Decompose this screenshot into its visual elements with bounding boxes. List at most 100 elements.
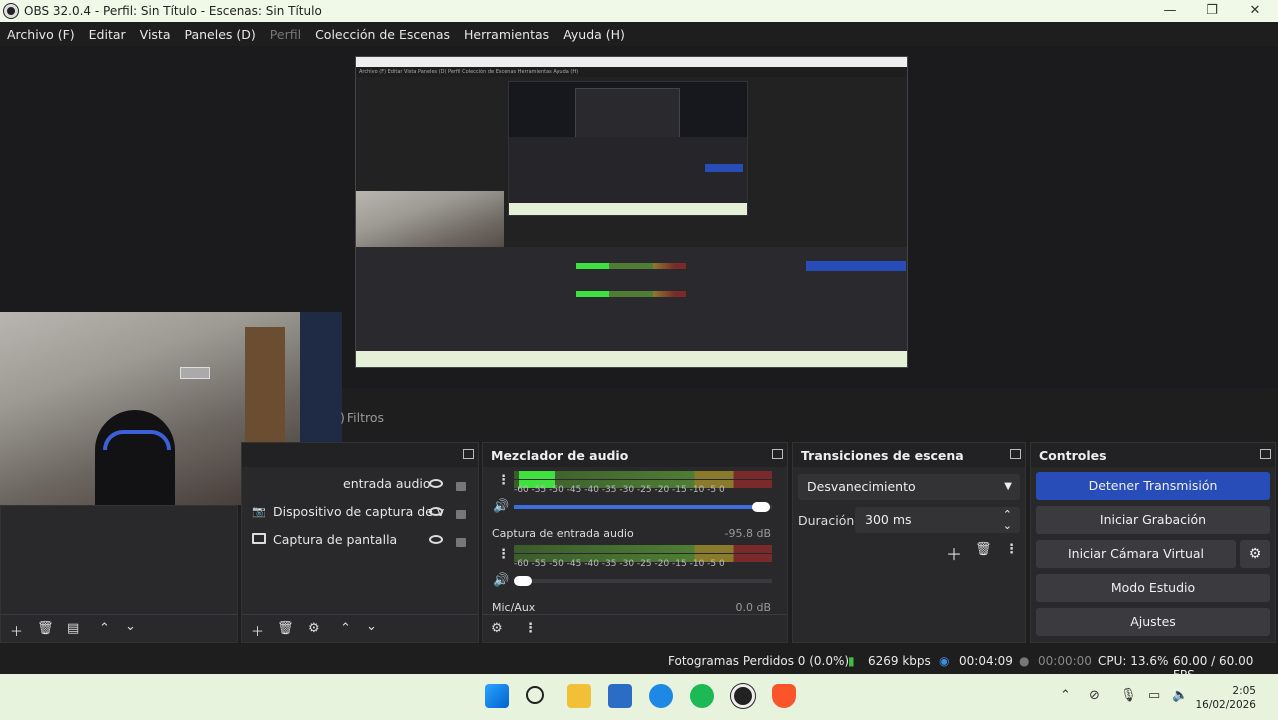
settings-button[interactable]: Ajustes xyxy=(1036,608,1270,636)
menu-view[interactable]: Vista xyxy=(133,27,178,42)
file-explorer-icon[interactable] xyxy=(567,684,591,708)
speaker-icon[interactable]: 🔊 xyxy=(493,499,509,514)
channel-level-db: 0.0 dB xyxy=(735,601,771,614)
source-label: Dispositivo de captura de v xyxy=(273,503,445,519)
add-scene-icon[interactable]: ＋ xyxy=(10,621,23,640)
popout-icon[interactable] xyxy=(1010,449,1021,459)
scene-filters-icon[interactable]: ▤ xyxy=(67,621,79,636)
virtual-camera-settings-gear-icon[interactable]: ⚙ xyxy=(1240,540,1270,568)
minimize-button[interactable]: — xyxy=(1150,0,1190,22)
popout-icon[interactable] xyxy=(1260,449,1271,459)
source-label: Captura de pantalla xyxy=(273,531,398,547)
menu-docks[interactable]: Paneles (D) xyxy=(178,27,263,42)
move-up-icon[interactable]: ⌃ xyxy=(99,621,110,636)
source-item[interactable]: Captura de pantalla xyxy=(242,525,478,553)
start-virtual-camera-button[interactable]: Iniciar Cámara Virtual xyxy=(1036,540,1236,568)
stop-streaming-button[interactable]: Detener Transmisión xyxy=(1036,472,1270,500)
streaming-icon: ◉ xyxy=(939,654,950,668)
remove-transition-icon[interactable]: 🗑 xyxy=(975,542,992,557)
popout-icon[interactable] xyxy=(772,449,783,459)
nested-titlebar xyxy=(356,57,907,67)
menu-file[interactable]: Archivo (F) xyxy=(0,27,82,42)
screen-capture-preview: Archivo (F) Editar Vista Paneles (D) Per… xyxy=(355,56,908,368)
nested-menu: Archivo (F) Editar Vista Paneles (D) Per… xyxy=(356,67,907,77)
start-recording-button[interactable]: Iniciar Grabación xyxy=(1036,506,1270,534)
chevron-up-icon[interactable]: ⌃ xyxy=(1060,688,1071,703)
windows-start-icon[interactable] xyxy=(485,684,509,708)
channel-name: Captura de entrada audio xyxy=(492,527,634,540)
brave-icon[interactable] xyxy=(772,684,796,708)
transition-menu-icon[interactable]: ⋮ xyxy=(1005,542,1018,557)
source-properties-gear-icon[interactable]: ⚙ xyxy=(308,621,320,636)
meter-ticks: -60 -55 -50 -45 -40 -35 -30 -25 -20 -15 … xyxy=(514,485,725,495)
source-label: entrada audio xyxy=(343,475,431,491)
obs-taskbar-icon[interactable] xyxy=(731,684,755,708)
monitor-icon xyxy=(252,533,266,544)
visibility-eye-icon[interactable] xyxy=(429,507,443,516)
display-icon: ▭ xyxy=(1148,688,1161,703)
spotify-icon[interactable] xyxy=(690,684,714,708)
transitions-header: Transiciones de escena xyxy=(793,443,1025,467)
volume-icon[interactable]: 🔈 xyxy=(1172,688,1188,703)
source-item[interactable]: entrada audio xyxy=(242,469,478,497)
spin-down-icon[interactable]: ⌄ xyxy=(1003,513,1012,539)
remove-source-icon[interactable]: 🗑 xyxy=(277,621,294,636)
maximize-button[interactable]: ❐ xyxy=(1192,0,1232,22)
transition-selected: Desvanecimiento xyxy=(807,479,916,494)
filters-label: Filtros xyxy=(346,409,385,425)
add-transition-icon[interactable]: ＋ xyxy=(946,541,962,565)
add-source-icon[interactable]: ＋ xyxy=(251,621,264,640)
lock-icon[interactable] xyxy=(456,538,466,547)
lock-icon[interactable] xyxy=(456,482,466,491)
move-up-icon[interactable]: ⌃ xyxy=(340,621,351,636)
system-clock[interactable]: 2:05 16/02/2026 xyxy=(1195,684,1256,712)
controls-title: Controles xyxy=(1039,447,1107,463)
audio-meter-level xyxy=(519,471,555,479)
channel-menu-icon[interactable]: ⋮ xyxy=(497,473,510,488)
audio-mixer-header: Mezclador de audio xyxy=(483,443,787,467)
duration-spinbox[interactable]: 300 ms ⌃ ⌄ xyxy=(855,507,1020,533)
menu-tools[interactable]: Herramientas xyxy=(457,27,556,42)
mixer-menu-icon[interactable]: ⋮ xyxy=(524,621,537,636)
sources-dock: entrada audio 📷 Dispositivo de captura d… xyxy=(241,442,479,643)
channel-menu-icon[interactable]: ⋮ xyxy=(497,547,510,562)
popout-icon[interactable] xyxy=(463,449,474,459)
nested-preview xyxy=(508,81,748,216)
edge-icon[interactable] xyxy=(649,684,673,708)
advanced-audio-gear-icon[interactable]: ⚙ xyxy=(491,621,503,636)
close-button[interactable]: ✕ xyxy=(1235,0,1275,22)
meter-ticks: -60 -55 -50 -45 -40 -35 -30 -25 -20 -15 … xyxy=(514,559,725,569)
menu-edit[interactable]: Editar xyxy=(82,27,133,42)
volume-knob[interactable] xyxy=(514,576,532,586)
transition-select[interactable]: Desvanecimiento ▼ xyxy=(798,474,1020,500)
menu-help[interactable]: Ayuda (H) xyxy=(556,27,632,42)
studio-mode-button[interactable]: Modo Estudio xyxy=(1036,574,1270,602)
cpu-usage: CPU: 13.6% xyxy=(1098,654,1169,668)
record-time: 00:00:00 xyxy=(1038,654,1092,668)
filters-button[interactable]: ) Filtros xyxy=(340,405,384,429)
store-icon[interactable] xyxy=(608,684,632,708)
chevron-down-icon: ▼ xyxy=(1004,481,1012,492)
source-item[interactable]: 📷 Dispositivo de captura de v xyxy=(242,497,478,525)
controls-header: Controles xyxy=(1031,443,1275,467)
menu-profile[interactable]: Perfil xyxy=(263,27,308,42)
window-titlebar: OBS 32.0.4 - Perfil: Sin Título - Escena… xyxy=(0,0,1278,22)
clock-date: 16/02/2026 xyxy=(1195,699,1256,711)
search-icon[interactable] xyxy=(526,686,544,704)
lock-icon[interactable] xyxy=(456,510,466,519)
dropped-frames: Fotogramas Perdidos 0 (0.0%) xyxy=(668,654,850,668)
window-title: OBS 32.0.4 - Perfil: Sin Título - Escena… xyxy=(24,4,322,18)
speaker-icon[interactable]: 🔊 xyxy=(493,573,509,588)
move-down-icon[interactable]: ⌄ xyxy=(366,619,377,634)
obs-app-icon xyxy=(4,4,18,18)
move-down-icon[interactable]: ⌄ xyxy=(125,619,136,634)
menu-scene-collection[interactable]: Colección de Escenas xyxy=(308,27,457,42)
scenes-dock: ＋ 🗑 ▤ ⌃ ⌄ xyxy=(0,505,238,643)
volume-knob[interactable] xyxy=(752,502,770,512)
sources-dock-header xyxy=(242,443,478,467)
visibility-eye-icon[interactable] xyxy=(429,535,443,544)
volume-slider[interactable] xyxy=(514,579,772,583)
transitions-title: Transiciones de escena xyxy=(801,447,964,463)
visibility-eye-icon[interactable] xyxy=(429,479,443,488)
remove-scene-icon[interactable]: 🗑 xyxy=(37,621,54,636)
